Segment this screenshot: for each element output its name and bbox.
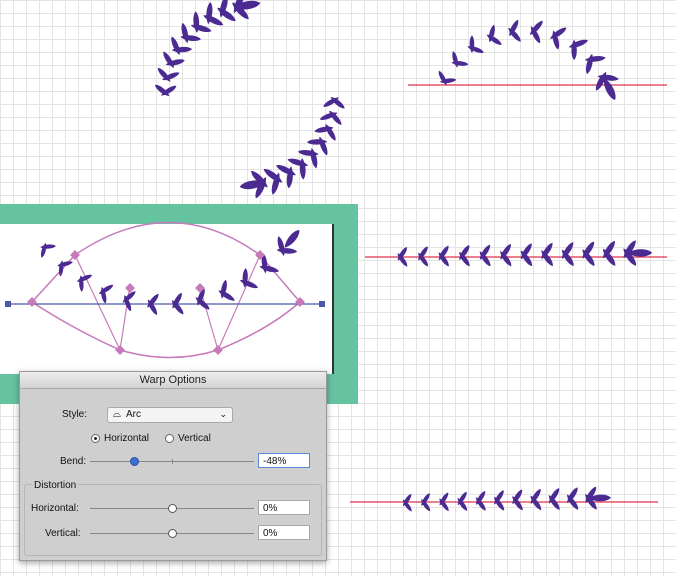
warp-options-dialog: Warp Options Style: ⌓ Arc ⌄ Horizontal V… [19, 371, 327, 561]
horizontal-distortion-thumb[interactable] [168, 504, 177, 513]
style-select[interactable]: ⌓ Arc ⌄ [107, 407, 233, 423]
vertical-distortion-label: Vertical: [45, 528, 81, 539]
distortion-group [24, 484, 322, 556]
style-label: Style: [62, 409, 88, 420]
vertical-radio-label[interactable]: Vertical [178, 433, 211, 444]
style-value: Arc [126, 409, 141, 420]
anchor-point[interactable] [319, 301, 325, 307]
dialog-title: Warp Options [20, 372, 326, 389]
arc-icon: ⌓ [113, 409, 121, 420]
bent-stalk [401, 485, 611, 513]
distortion-group-label: Distortion [32, 480, 79, 491]
vertical-radio[interactable] [165, 434, 174, 443]
vertical-distortion-thumb[interactable] [168, 529, 177, 538]
warped-stalk [39, 227, 302, 317]
chevron-down-icon: ⌄ [219, 409, 227, 419]
vertical-distortion-field[interactable]: 0% [258, 525, 310, 540]
envelope-mesh-line [217, 254, 261, 351]
horizontal-radio-label[interactable]: Horizontal [104, 433, 149, 444]
envelope-mesh-line [74, 254, 121, 351]
envelope-bottom-edge [31, 301, 301, 359]
arched-stalk [436, 18, 620, 102]
bend-label: Bend: [60, 456, 87, 467]
horizontal-distortion-field[interactable]: 0% [258, 500, 310, 515]
envelope-handle[interactable] [125, 283, 135, 293]
warp-preview-svg[interactable] [0, 0, 360, 380]
horizontal-radio[interactable] [91, 434, 100, 443]
bend-slider-center-tick [172, 459, 173, 464]
horizontal-distortion-label: Horizontal: [31, 503, 79, 514]
envelope-handle[interactable] [115, 345, 125, 355]
envelope-handle[interactable] [213, 345, 223, 355]
bend-field[interactable]: -48% [258, 453, 310, 468]
anchor-point[interactable] [5, 301, 11, 307]
straight-stalk [395, 238, 653, 268]
bend-slider-thumb[interactable] [130, 457, 139, 466]
